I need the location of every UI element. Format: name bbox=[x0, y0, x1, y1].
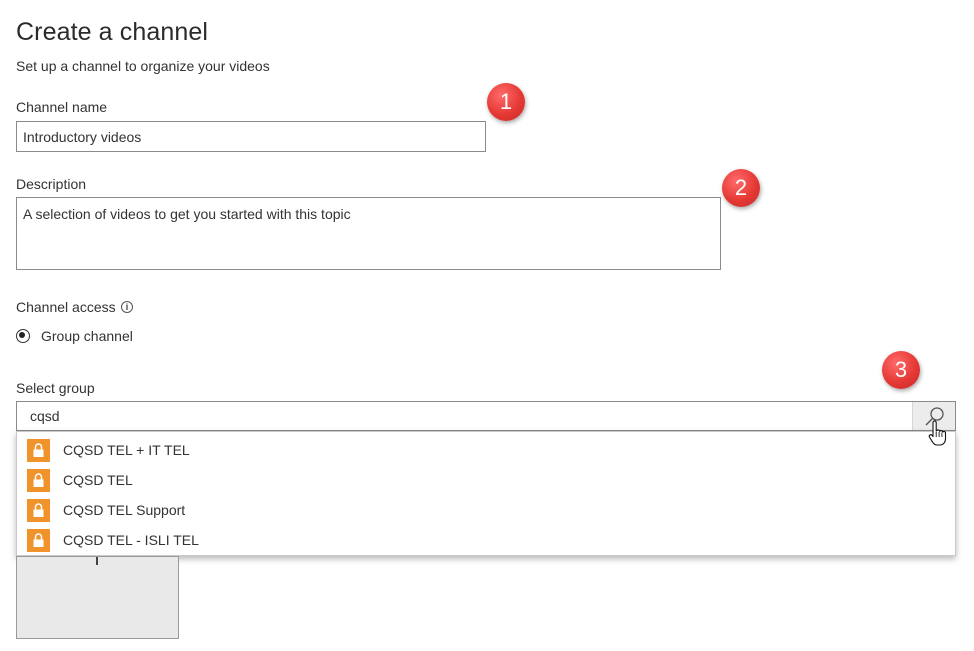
description-label: Description bbox=[16, 176, 87, 192]
dropdown-item-label: CQSD TEL Support bbox=[63, 502, 186, 518]
dropdown-item[interactable]: CQSD TEL bbox=[17, 466, 955, 496]
lock-icon bbox=[27, 469, 50, 492]
page-subtitle: Set up a channel to organize your videos bbox=[16, 58, 270, 74]
dropdown-item-label: CQSD TEL - ISLI TEL bbox=[63, 532, 199, 548]
thumbnail-marker bbox=[96, 557, 98, 565]
group-channel-radio[interactable] bbox=[16, 329, 30, 343]
group-results-dropdown: CQSD TEL + IT TEL CQSD TEL CQSD TEL Supp… bbox=[16, 431, 956, 556]
step-badge-2: 2 bbox=[722, 169, 760, 207]
channel-access-label: Channel access bbox=[16, 299, 116, 315]
lock-icon bbox=[27, 499, 50, 522]
page-title: Create a channel bbox=[16, 18, 209, 46]
description-value: A selection of videos to get you started… bbox=[23, 206, 351, 222]
lock-icon bbox=[27, 439, 50, 462]
select-group-value: cqsd bbox=[30, 408, 60, 424]
dropdown-item[interactable]: CQSD TEL Support bbox=[17, 496, 955, 526]
thumbnail-placeholder[interactable] bbox=[16, 556, 179, 639]
lock-icon bbox=[27, 529, 50, 552]
channel-name-input[interactable]: Introductory videos bbox=[16, 121, 486, 152]
radio-selected-dot bbox=[19, 332, 25, 338]
select-group-input[interactable]: cqsd bbox=[16, 401, 956, 431]
step-badge-3: 3 bbox=[882, 351, 920, 389]
dropdown-item[interactable]: CQSD TEL + IT TEL bbox=[17, 436, 955, 466]
dropdown-item[interactable]: CQSD TEL - ISLI TEL bbox=[17, 526, 955, 556]
dropdown-item-label: CQSD TEL bbox=[63, 472, 133, 488]
channel-name-label: Channel name bbox=[16, 99, 108, 115]
dropdown-item-label: CQSD TEL + IT TEL bbox=[63, 442, 190, 458]
description-textarea[interactable]: A selection of videos to get you started… bbox=[16, 197, 721, 270]
channel-name-value: Introductory videos bbox=[23, 128, 142, 145]
group-channel-label[interactable]: Group channel bbox=[41, 328, 133, 344]
select-group-label: Select group bbox=[16, 380, 95, 396]
info-icon[interactable]: i bbox=[121, 301, 133, 313]
step-badge-1: 1 bbox=[487, 83, 525, 121]
hand-pointer-icon bbox=[928, 420, 948, 448]
